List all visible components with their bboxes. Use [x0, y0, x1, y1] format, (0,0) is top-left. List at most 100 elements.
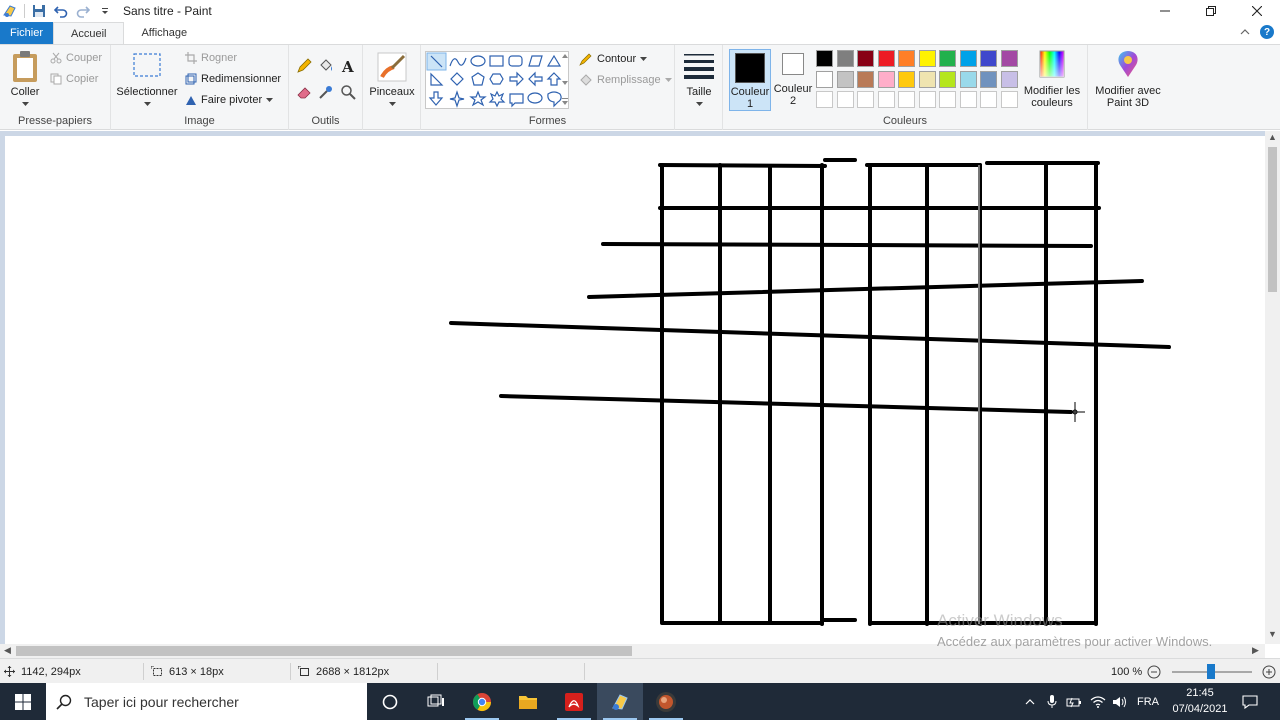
vertical-scroll-thumb[interactable]	[1268, 147, 1277, 292]
chevron-down-icon	[266, 97, 274, 102]
custom-color-slot[interactable]	[918, 91, 936, 108]
minimize-button[interactable]	[1142, 0, 1188, 22]
tab-file[interactable]: Fichier	[0, 22, 53, 44]
color-swatch[interactable]	[980, 50, 997, 67]
collapse-ribbon-icon[interactable]	[1240, 28, 1250, 36]
color-swatch[interactable]	[959, 70, 977, 88]
color-swatch[interactable]	[918, 70, 936, 88]
fill-bucket-icon[interactable]	[317, 57, 335, 75]
resize-button[interactable]: Redimensionner	[185, 73, 281, 85]
zoom-slider-thumb[interactable]	[1207, 664, 1215, 679]
tray-overflow-icon[interactable]	[1020, 683, 1040, 720]
battery-icon[interactable]	[1064, 683, 1084, 720]
close-button[interactable]	[1234, 0, 1280, 22]
edit-colors-line1: Modifier les	[1023, 85, 1081, 97]
brushes-group: Pinceaux	[363, 45, 421, 130]
custom-color-slot[interactable]	[939, 91, 956, 108]
brushes-button[interactable]: Pinceaux	[367, 51, 417, 110]
task-view-icon[interactable]	[413, 683, 459, 720]
crop-button[interactable]: Rogner	[185, 52, 237, 64]
clock[interactable]: 21:45 07/04/2021	[1164, 685, 1236, 717]
file-explorer-icon[interactable]	[505, 683, 551, 720]
select-button[interactable]: Sélectionner	[115, 51, 179, 110]
color-picker-icon[interactable]	[317, 83, 335, 101]
color-swatch[interactable]	[939, 50, 956, 67]
color-swatch[interactable]	[898, 50, 915, 67]
zoom-in-button[interactable]	[1262, 659, 1276, 684]
chrome-icon[interactable]	[459, 683, 505, 720]
color-swatch[interactable]	[877, 70, 895, 88]
copy-button[interactable]: Copier	[50, 73, 98, 85]
color-swatch[interactable]	[918, 50, 936, 67]
color-swatch[interactable]	[857, 50, 874, 67]
tab-view[interactable]: Affichage	[124, 22, 204, 44]
color-swatch[interactable]	[898, 70, 915, 88]
color-swatch[interactable]	[816, 70, 833, 88]
color-swatch[interactable]	[836, 50, 854, 67]
tab-home[interactable]: Accueil	[53, 22, 125, 44]
color-swatch[interactable]	[877, 50, 895, 67]
undo-icon[interactable]	[53, 3, 69, 19]
paint-icon[interactable]	[597, 683, 643, 720]
cortana-icon[interactable]	[367, 683, 413, 720]
paint-app-icon[interactable]	[2, 3, 18, 19]
rotate-button[interactable]: Faire pivoter	[185, 94, 274, 106]
custom-color-slot[interactable]	[836, 91, 854, 108]
color-swatch[interactable]	[959, 50, 977, 67]
microphone-icon[interactable]	[1042, 683, 1062, 720]
color2-label-line1: Couleur	[773, 83, 813, 95]
color2-button[interactable]: Couleur 2	[773, 53, 813, 107]
scroll-up-icon[interactable]: ▲	[1268, 132, 1277, 142]
edit-paint3d-button[interactable]: Modifier avec Paint 3D	[1090, 49, 1166, 109]
start-button[interactable]	[0, 683, 46, 720]
cursor-position: 1142, 294px	[4, 659, 81, 684]
paste-button[interactable]: Coller	[6, 49, 44, 110]
pencil-icon[interactable]	[295, 57, 313, 75]
zoom-out-button[interactable]	[1147, 659, 1161, 684]
volume-icon[interactable]	[1110, 683, 1130, 720]
scroll-right-icon[interactable]: ▶	[1252, 645, 1259, 656]
custom-color-slot[interactable]	[816, 91, 833, 108]
magnifier-icon[interactable]	[339, 83, 357, 101]
notifications-icon[interactable]	[1238, 683, 1262, 720]
color-swatch[interactable]	[1000, 50, 1018, 67]
redo-icon[interactable]	[75, 3, 91, 19]
paint3d-icon	[1118, 51, 1138, 77]
fill-button[interactable]: Remplissage	[579, 73, 672, 87]
text-tool-icon[interactable]: A	[339, 57, 357, 75]
scroll-left-icon[interactable]: ◀	[4, 645, 11, 656]
color1-button[interactable]: Couleur 1	[729, 49, 771, 111]
edit-colors-button[interactable]: Modifier les couleurs	[1021, 49, 1083, 109]
restore-button[interactable]	[1188, 0, 1234, 22]
media-app-icon[interactable]	[643, 683, 689, 720]
custom-color-slot[interactable]	[898, 91, 915, 108]
eraser-icon[interactable]	[295, 83, 313, 101]
shapes-scroll[interactable]	[561, 51, 569, 109]
acrobat-icon[interactable]	[551, 683, 597, 720]
taskbar-search[interactable]: Taper ici pour rechercher	[46, 683, 367, 720]
color-swatch[interactable]	[1000, 70, 1018, 88]
vertical-scrollbar[interactable]: ▲ ▼	[1265, 131, 1280, 644]
language-indicator[interactable]: FRA	[1134, 683, 1162, 720]
customize-dropdown-icon[interactable]	[97, 3, 113, 19]
custom-color-slot[interactable]	[1000, 91, 1018, 108]
custom-color-slot[interactable]	[959, 91, 977, 108]
horizontal-scroll-thumb[interactable]	[16, 646, 632, 656]
wifi-icon[interactable]	[1088, 683, 1108, 720]
color-swatch[interactable]	[939, 70, 956, 88]
custom-color-slot[interactable]	[980, 91, 997, 108]
color-swatch[interactable]	[980, 70, 997, 88]
custom-color-slot[interactable]	[857, 91, 874, 108]
cut-button[interactable]: Couper	[50, 52, 102, 64]
outline-button[interactable]: Contour	[579, 52, 648, 66]
tools-group-label: Outils	[311, 115, 340, 127]
color-swatch[interactable]	[836, 70, 854, 88]
help-icon[interactable]: ?	[1260, 25, 1274, 39]
drawing-canvas[interactable]	[5, 136, 1265, 644]
color-swatch[interactable]	[857, 70, 874, 88]
scroll-down-icon[interactable]: ▼	[1268, 629, 1277, 639]
custom-color-slot[interactable]	[877, 91, 895, 108]
color-swatch[interactable]	[816, 50, 833, 67]
save-icon[interactable]	[31, 3, 47, 19]
size-button[interactable]: Taille	[681, 51, 717, 110]
